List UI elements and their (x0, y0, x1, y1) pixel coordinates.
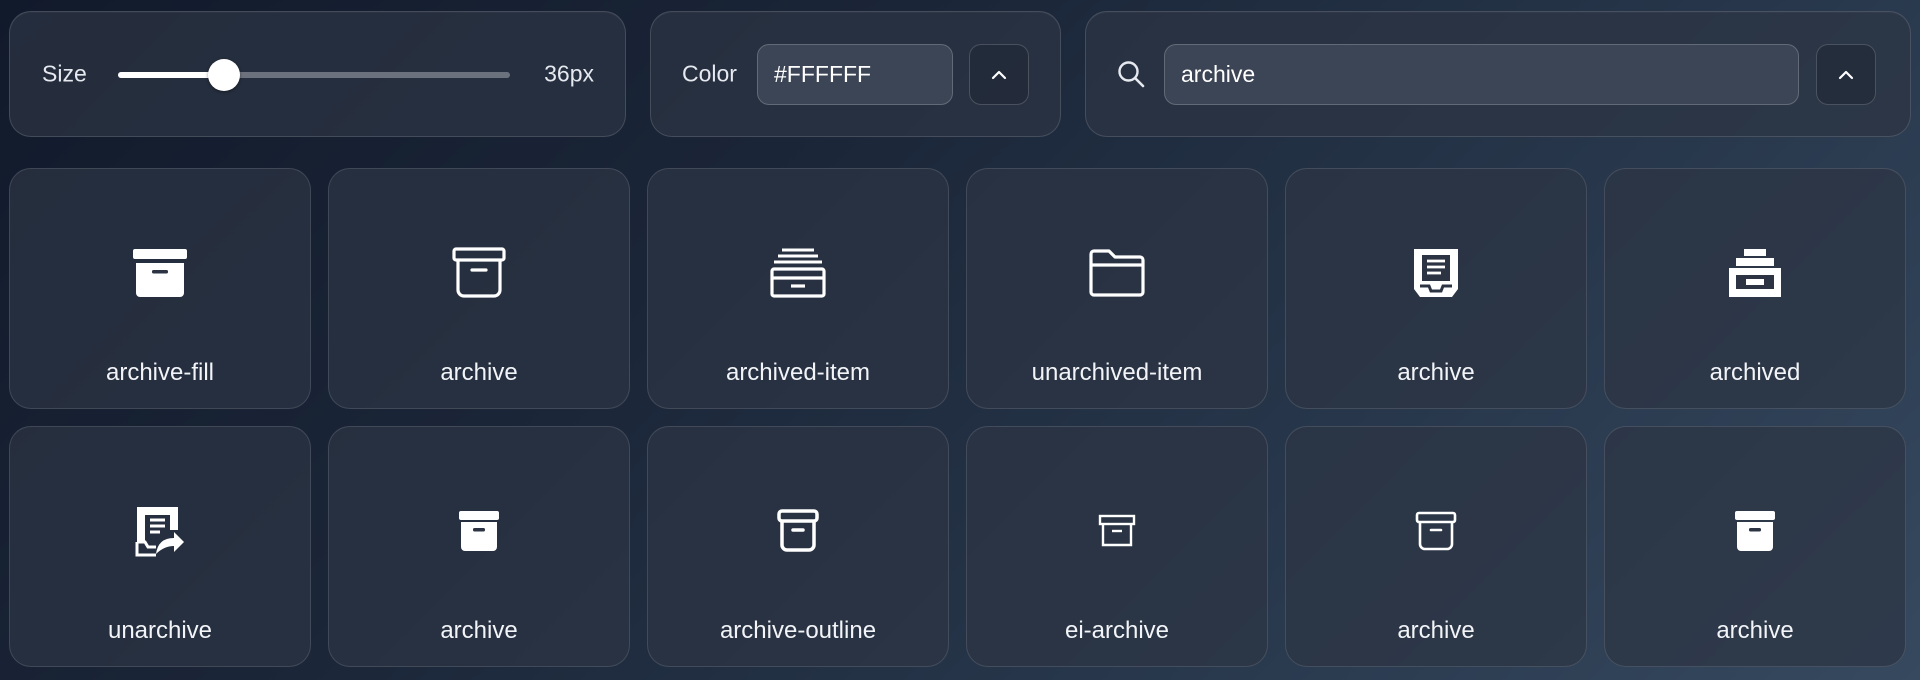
archive-outline-small-icon (1406, 501, 1466, 561)
icon-card-label: archive-outline (719, 617, 877, 644)
size-panel: Size 36px (9, 11, 626, 137)
icon-card-label: archive (1716, 617, 1794, 644)
icon-card[interactable]: archive-outline (647, 426, 949, 667)
icon-card[interactable]: unarchived-item (966, 168, 1268, 409)
archive-drawer-icon (1725, 243, 1785, 303)
icon-card-label: archive (440, 359, 518, 386)
chevron-up-icon (991, 70, 1007, 79)
archived-item-icon (768, 243, 828, 303)
icon-card-label: archive-fill (105, 359, 215, 386)
icon-card-label: archive (440, 617, 518, 644)
icon-card-label: archived (1709, 359, 1801, 386)
archive-thin-icon (1087, 501, 1147, 561)
search-input[interactable] (1164, 44, 1799, 105)
icon-card[interactable]: ei-archive (966, 426, 1268, 667)
icon-card[interactable]: archived (1604, 168, 1906, 409)
icon-card[interactable]: archive (328, 168, 630, 409)
archive-outline-thick-icon (768, 501, 828, 561)
color-panel: Color (650, 11, 1061, 137)
icon-card[interactable]: archive (1604, 426, 1906, 667)
icon-card[interactable]: archive (1285, 426, 1587, 667)
search-toggle-button[interactable] (1816, 44, 1876, 105)
color-toggle-button[interactable] (969, 44, 1029, 105)
unarchive-icon (130, 501, 190, 561)
icon-card-label: archived-item (725, 359, 871, 386)
icon-card-label: unarchive (107, 617, 213, 644)
size-slider[interactable] (118, 59, 510, 91)
size-value: 36px (544, 60, 594, 87)
icon-card[interactable]: archived-item (647, 168, 949, 409)
icon-card[interactable]: unarchive (9, 426, 311, 667)
document-tray-icon (1406, 243, 1466, 303)
folder-icon (1087, 243, 1147, 303)
icon-card[interactable]: archive-fill (9, 168, 311, 409)
icon-card-label: archive (1397, 359, 1475, 386)
icon-card-label: archive (1397, 617, 1475, 644)
color-input[interactable] (757, 44, 953, 105)
size-slider-thumb[interactable] (207, 59, 240, 91)
chevron-up-icon (1838, 70, 1854, 79)
archive-fill-small-icon (1725, 501, 1785, 561)
size-label: Size (42, 60, 87, 87)
icon-card-label: unarchived-item (1031, 359, 1203, 386)
archive-fill-small-icon (449, 501, 509, 561)
archive-outline-icon (449, 243, 509, 303)
icon-card[interactable]: archive (1285, 168, 1587, 409)
icon-card[interactable]: archive (328, 426, 630, 667)
icon-grid: archive-fill archive archived-item unarc… (9, 168, 1911, 667)
search-panel (1085, 11, 1911, 137)
archive-fill-icon (130, 243, 190, 303)
search-icon (1118, 61, 1145, 88)
color-label: Color (682, 60, 737, 87)
icon-card-label: ei-archive (1064, 617, 1170, 644)
